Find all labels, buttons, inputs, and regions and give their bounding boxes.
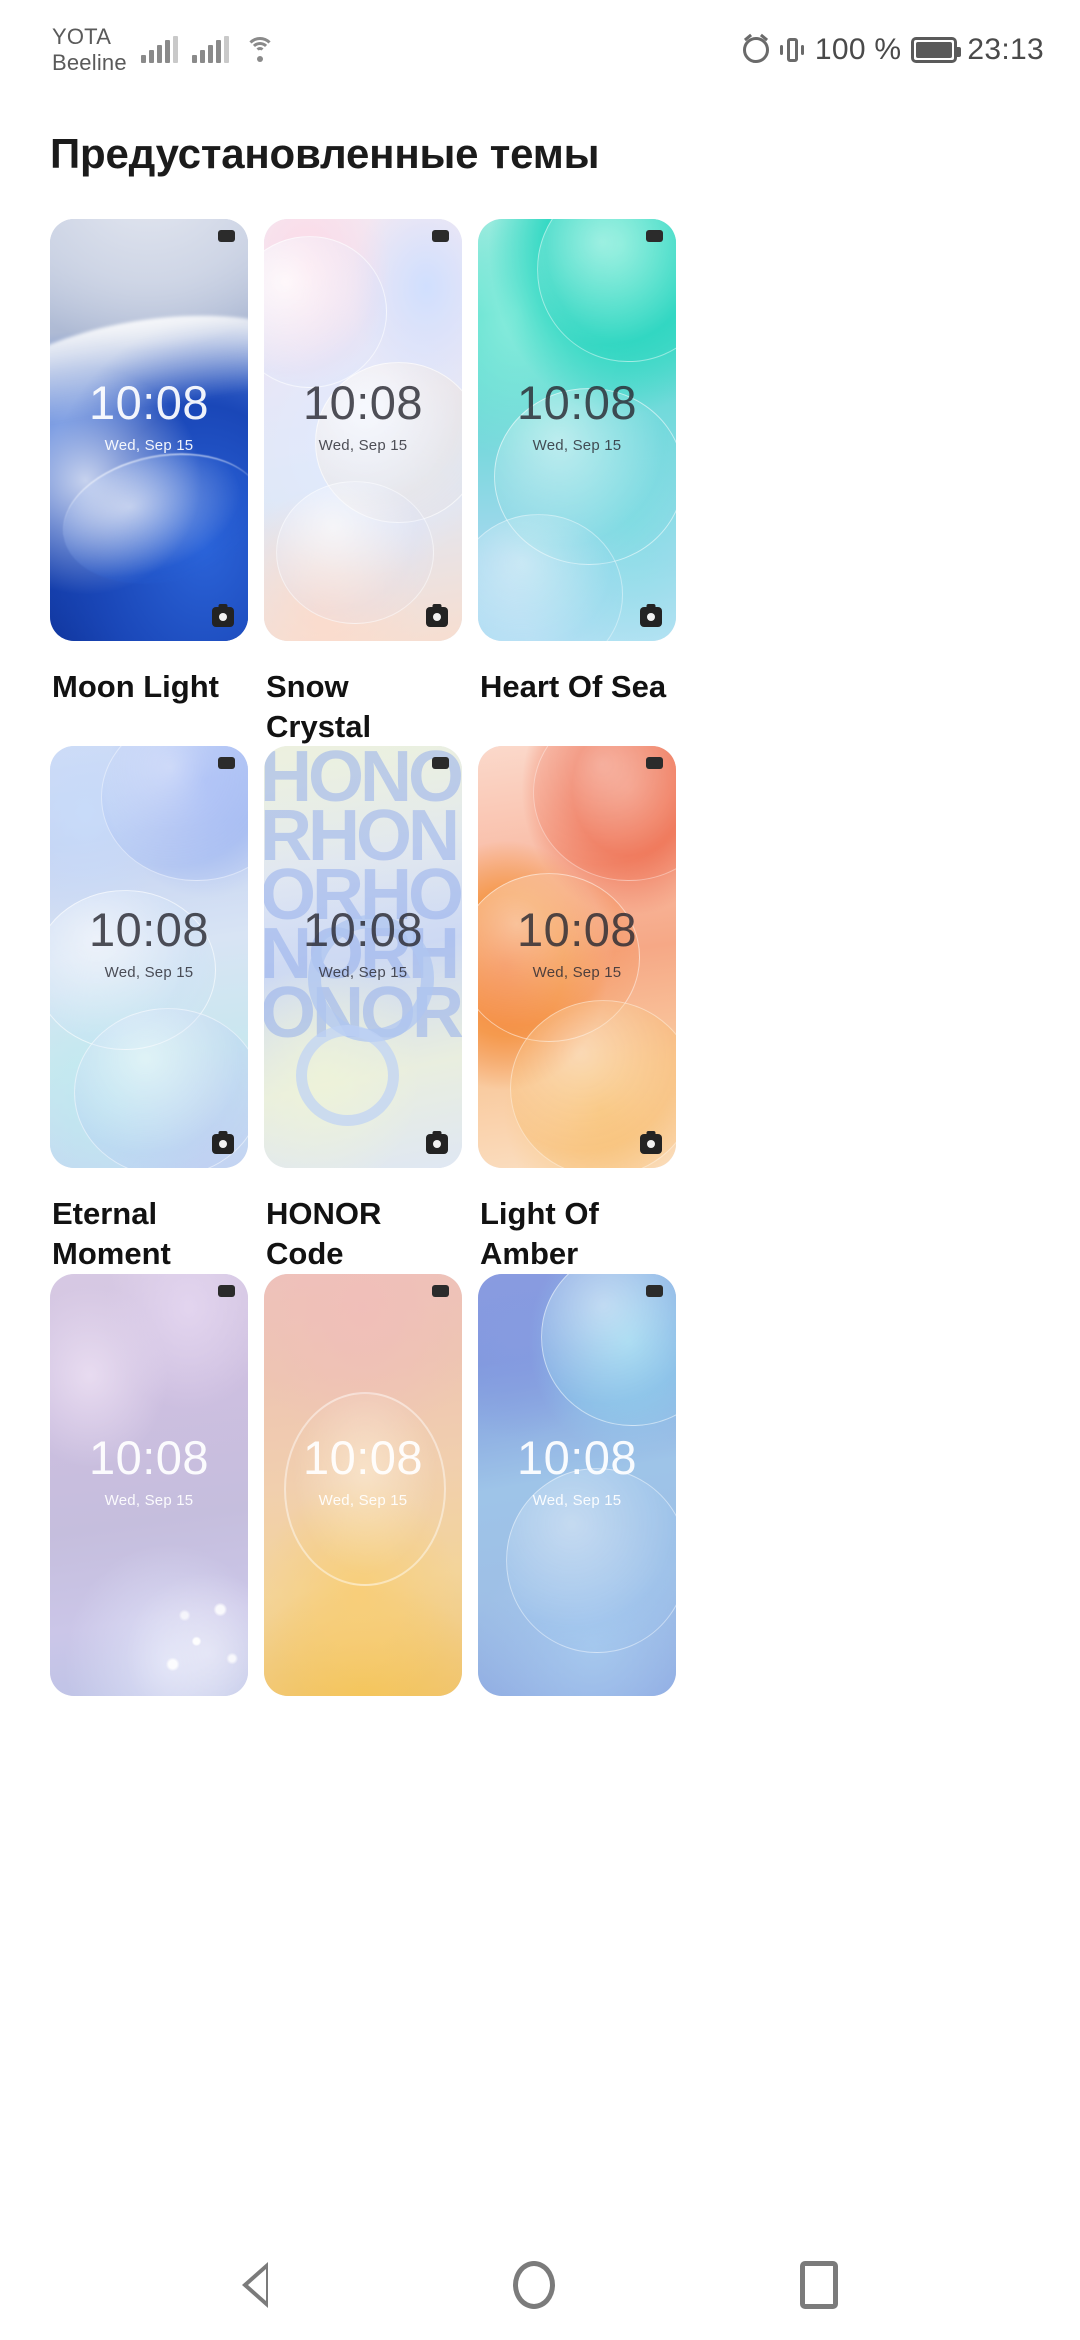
theme-thumbnail[interactable]: 10:08 Wed, Sep 15 [50,219,248,641]
lockscreen-date: Wed, Sep 15 [318,1491,408,1509]
theme-artwork [50,219,248,641]
theme-card-eternal-moment[interactable]: 10:08 Wed, Sep 15 Eternal Moment [50,746,248,1273]
front-camera-notch-icon [432,230,449,242]
lockscreen-clock: 10:08 [88,376,210,429]
theme-artwork [478,1273,676,1696]
front-camera-notch-icon [432,1284,449,1297]
theme-name-label: Heart Of Sea [480,669,667,704]
lockscreen-clock: 10:08 [88,903,210,957]
lockscreen-date: Wed, Sep 15 [532,437,622,454]
theme-thumbnail[interactable]: 10:08 Wed, Sep 15 [478,746,676,1169]
back-button-icon[interactable] [242,2262,269,2308]
camera-icon [640,607,662,627]
lockscreen-clock: 10:08 [302,903,424,957]
theme-card-row3-3[interactable]: 10:08 Wed, Sep 15 [478,1273,676,1696]
theme-artwork: HONO RHON ORHO NORH ONOR [264,746,462,1169]
navigation-bar [0,2230,1080,2340]
lockscreen-date: Wed, Sep 15 [318,964,408,982]
theme-card-snow-crystal[interactable]: 10:08 Wed, Sep 15 Snow Crystal [264,219,462,746]
theme-thumbnail[interactable]: 10:08 Wed, Sep 15 [50,746,248,1169]
carrier-name-secondary: Beeline [52,50,127,75]
front-camera-notch-icon [218,1284,235,1297]
theme-name-label: Snow Crystal [266,669,372,744]
front-camera-notch-icon [218,230,235,242]
status-bar-left: YOTA Beeline [52,24,275,76]
alarm-icon [742,37,769,63]
lockscreen-clock: 10:08 [516,376,638,429]
theme-thumbnail[interactable]: 10:08 Wed, Sep 15 [478,219,676,641]
lockscreen-date: Wed, Sep 15 [318,437,408,454]
front-camera-notch-icon [218,757,235,770]
theme-grid: 10:08 Wed, Sep 15 Moon Light 10:08 Wed, … [0,178,1080,1696]
theme-artwork [50,1273,248,1696]
theme-card-heart-of-sea[interactable]: 10:08 Wed, Sep 15 Heart Of Sea [478,219,676,746]
camera-icon [640,1134,662,1155]
theme-name-label: HONOR Code [266,1196,382,1272]
signal-bars-icon-sim1 [140,36,178,63]
front-camera-notch-icon [432,757,449,770]
status-bar-right: 100 % 23:13 [742,33,1044,67]
theme-artwork [264,1273,462,1696]
carrier-names: YOTA Beeline [52,24,127,76]
recents-button-icon[interactable] [799,2261,838,2309]
lockscreen-date: Wed, Sep 15 [104,964,194,982]
theme-card-light-of-amber[interactable]: 10:08 Wed, Sep 15 Light Of Amber [478,746,676,1273]
theme-name-label: Light Of Amber [480,1196,599,1272]
camera-icon [212,1134,234,1155]
status-bar-clock: 23:13 [967,33,1044,66]
camera-icon [426,607,448,627]
lockscreen-date: Wed, Sep 15 [532,964,622,982]
lockscreen-clock: 10:08 [88,1430,210,1484]
theme-card-moon-light[interactable]: 10:08 Wed, Sep 15 Moon Light [50,219,248,746]
theme-artwork [478,219,676,641]
theme-card-row3-2[interactable]: 10:08 Wed, Sep 15 [264,1273,462,1696]
lockscreen-clock: 10:08 [302,376,424,429]
lockscreen-clock: 10:08 [516,903,638,957]
lockscreen-clock: 10:08 [516,1430,638,1484]
page-title: Предустановленные темы [50,130,600,177]
theme-card-honor-code[interactable]: HONO RHON ORHO NORH ONOR 10:08 Wed, Sep … [264,746,462,1273]
vibrate-icon [779,36,805,64]
theme-artwork [264,219,462,641]
status-bar: YOTA Beeline 100 % 23:13 [0,0,1080,100]
theme-thumbnail[interactable]: 10:08 Wed, Sep 15 [50,1273,248,1696]
theme-thumbnail[interactable]: 10:08 Wed, Sep 15 [478,1273,676,1696]
camera-icon [212,607,234,627]
battery-icon [911,37,962,63]
home-button-icon[interactable] [512,2261,555,2309]
lockscreen-date: Wed, Sep 15 [104,1491,194,1509]
theme-card-row3-1[interactable]: 10:08 Wed, Sep 15 [50,1273,248,1696]
front-camera-notch-icon [646,757,663,770]
front-camera-notch-icon [646,1284,663,1297]
signal-bars-icon-sim2 [191,36,229,63]
front-camera-notch-icon [646,230,663,242]
theme-artwork [478,746,676,1169]
battery-percent-label: 100 % [814,33,902,66]
lockscreen-date: Wed, Sep 15 [104,437,194,454]
theme-name-label: Eternal Moment [52,1196,171,1272]
theme-thumbnail[interactable]: 10:08 Wed, Sep 15 [264,219,462,641]
lockscreen-clock: 10:08 [302,1430,424,1484]
camera-icon [426,1134,448,1155]
theme-thumbnail[interactable]: 10:08 Wed, Sep 15 [264,1273,462,1696]
theme-artwork [50,746,248,1169]
wifi-icon [244,37,275,63]
theme-thumbnail[interactable]: HONO RHON ORHO NORH ONOR 10:08 Wed, Sep … [264,746,462,1169]
lockscreen-date: Wed, Sep 15 [532,1491,622,1509]
theme-name-label: Moon Light [52,669,219,704]
carrier-name-primary: YOTA [52,24,112,50]
